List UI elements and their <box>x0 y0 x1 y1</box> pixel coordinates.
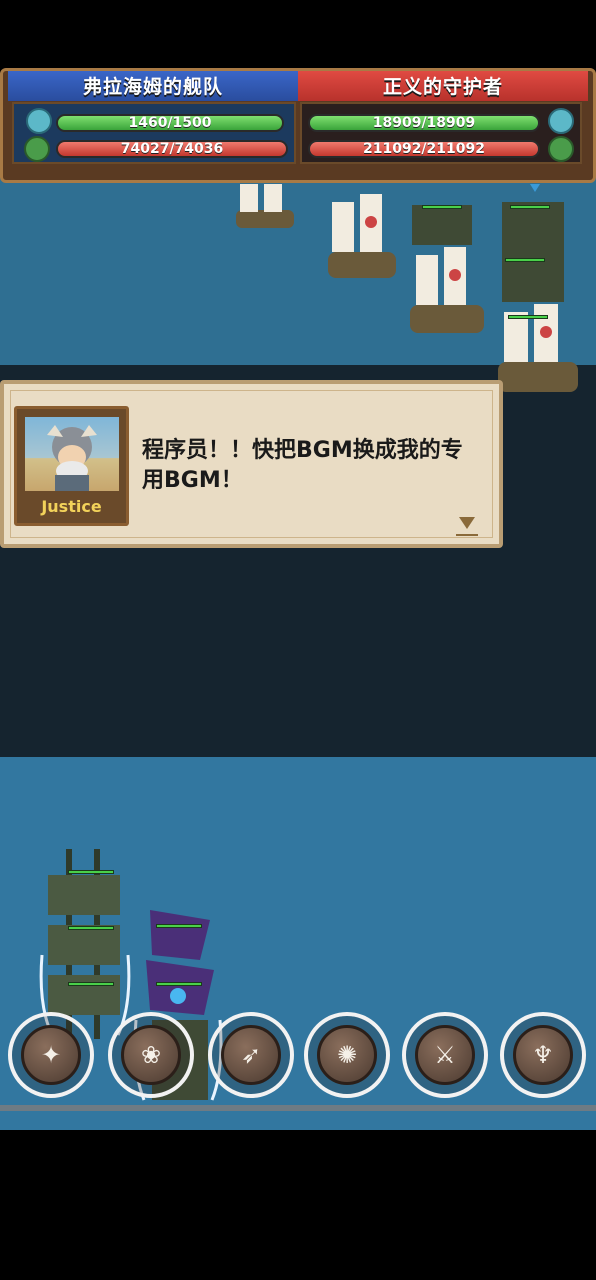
skill-icon-frame: ➶ <box>221 1025 281 1085</box>
skill-button-2[interactable]: ❀ <box>108 1012 194 1098</box>
skill-button-1[interactable]: ✦ <box>8 1012 94 1098</box>
enemy-ship-hp <box>510 205 550 209</box>
player-ship-hp <box>156 982 202 986</box>
enemy-ship-hp <box>508 315 548 319</box>
sailor-icon <box>26 108 52 134</box>
enemy-ship-hp <box>505 258 545 262</box>
next-arrow-icon[interactable] <box>459 517 475 529</box>
sailor-icon <box>548 108 574 134</box>
skill-button-6[interactable]: ♆ <box>500 1012 586 1098</box>
dialog-text: 程序员！！快把BGM换成我的专用BGM！ <box>142 438 463 493</box>
left-team-stats: 1460/1500 74027/74036 <box>12 102 296 164</box>
enemy-ship[interactable] <box>402 185 492 345</box>
skill-button-4[interactable]: ✺ <box>304 1012 390 1098</box>
bottom-letterbox <box>0 1130 596 1280</box>
enemy-ship-hp <box>422 205 462 209</box>
speaker-portrait: Justice <box>14 406 129 526</box>
ship-icon <box>24 136 50 162</box>
player-ship-hp <box>156 924 202 928</box>
player-ship-hp <box>68 870 114 874</box>
dialog-box[interactable]: Justice 程序员！！快把BGM换成我的专用BGM！ <box>0 380 503 548</box>
battle-hud: 弗拉海姆的舰队 正义的守护者 1460/1500 74027/74036 189… <box>0 68 596 188</box>
mermaid-skill-icon: ♆ <box>532 1041 554 1069</box>
enemy-ship[interactable] <box>488 182 588 402</box>
skill-bar-divider <box>0 1105 596 1111</box>
enemy-ship[interactable] <box>230 180 300 235</box>
shark-skill-icon: ➶ <box>240 1041 262 1069</box>
warrior-skill-icon: ⚔ <box>434 1041 456 1069</box>
speaker-name: Justice <box>41 497 102 516</box>
ship-icon <box>548 136 574 162</box>
justice-portrait-image <box>25 417 119 491</box>
skill-icon-frame: ✦ <box>21 1025 81 1085</box>
viking-character-icon <box>47 425 97 491</box>
left-team-name: 弗拉海姆的舰队 <box>82 76 223 98</box>
skill-icon-frame: ❀ <box>121 1025 181 1085</box>
left-crew-hp-bar: 1460/1500 <box>56 114 284 132</box>
sparkle-skill-icon: ✦ <box>40 1041 62 1069</box>
beast-skill-icon: ✺ <box>336 1041 358 1069</box>
next-arrow-underline <box>456 534 478 536</box>
right-team-stats: 18909/18909 211092/211092 <box>300 102 582 164</box>
right-ship-hp-bar: 211092/211092 <box>308 140 540 158</box>
skill-icon-frame: ♆ <box>513 1025 573 1085</box>
skill-icon-frame: ✺ <box>317 1025 377 1085</box>
left-ship-hp-bar: 74027/74036 <box>56 140 288 158</box>
skill-icon-frame: ⚔ <box>415 1025 475 1085</box>
skill-button-3[interactable]: ➶ <box>208 1012 294 1098</box>
right-crew-hp-bar: 18909/18909 <box>308 114 540 132</box>
top-letterbox <box>0 0 596 68</box>
player-ship-hp <box>68 982 114 986</box>
player-ship-hp <box>68 926 114 930</box>
right-team-name: 正义的守护者 <box>382 76 503 98</box>
enemy-ship[interactable] <box>322 182 402 292</box>
kraken-skill-icon: ❀ <box>140 1041 162 1069</box>
skill-button-5[interactable]: ⚔ <box>402 1012 488 1098</box>
